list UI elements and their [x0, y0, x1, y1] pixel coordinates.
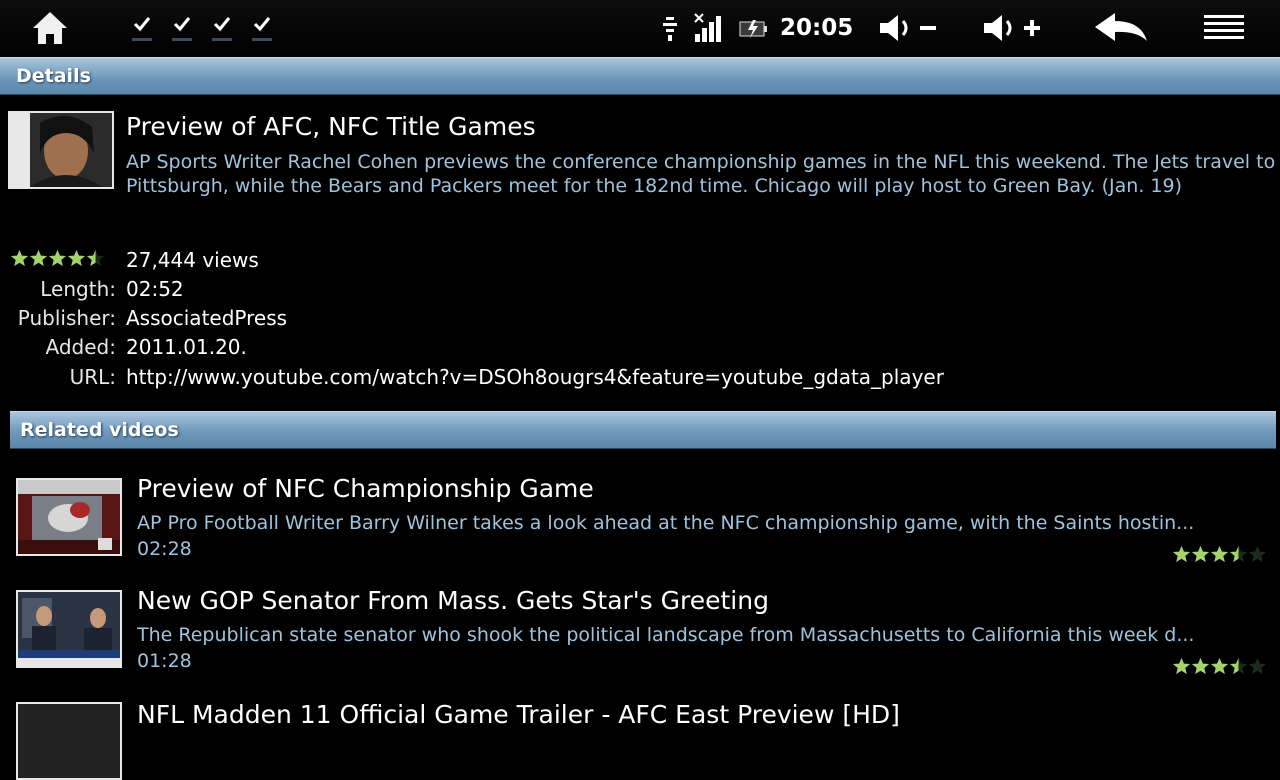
- rating-stars: [1172, 657, 1267, 676]
- rating-stars: [1172, 545, 1267, 564]
- related-video-item[interactable]: New GOP Senator From Mass. Gets Star's G…: [0, 578, 1280, 688]
- battery-icon: [738, 8, 768, 48]
- related-video-duration: 02:28: [137, 538, 192, 560]
- rating-stars: [10, 249, 105, 268]
- wifi-icon: [656, 8, 684, 48]
- star-icon: [1229, 545, 1248, 563]
- star-icon: [10, 249, 29, 267]
- notification-check-icon[interactable]: [252, 12, 272, 41]
- star-icon: [1229, 657, 1248, 675]
- star-icon: [1191, 545, 1210, 563]
- star-icon: [1210, 545, 1229, 563]
- star-icon: [86, 249, 105, 267]
- star-icon: [1172, 657, 1191, 675]
- related-header-label: Related videos: [20, 419, 179, 441]
- related-video-description: AP Pro Football Writer Barry Wilner take…: [137, 512, 1195, 534]
- video-thumbnail[interactable]: [16, 702, 122, 780]
- star-icon: [48, 249, 67, 267]
- related-video-title: New GOP Senator From Mass. Gets Star's G…: [137, 586, 769, 615]
- star-icon: [1248, 657, 1267, 675]
- home-icon[interactable]: [30, 8, 70, 48]
- menu-icon[interactable]: [1200, 8, 1248, 48]
- details-header-label: Details: [16, 65, 91, 87]
- length-label: Length:: [40, 277, 116, 301]
- status-bar: 20:05: [0, 0, 1280, 56]
- notification-check-icon[interactable]: [212, 12, 232, 41]
- star-icon: [1210, 657, 1229, 675]
- video-thumbnail[interactable]: [8, 111, 114, 189]
- url-label: URL:: [69, 365, 116, 389]
- video-thumbnail[interactable]: [16, 590, 122, 668]
- video-description: AP Sports Writer Rachel Cohen previews t…: [126, 151, 1276, 197]
- signal-icon: [693, 8, 725, 48]
- view-count: 27,444 views: [126, 248, 259, 272]
- volume-up-icon[interactable]: [980, 8, 1046, 48]
- star-icon: [1248, 545, 1267, 563]
- url-link[interactable]: http://www.youtube.com/watch?v=DSOh8ougr…: [126, 365, 944, 389]
- related-video-title: Preview of NFC Championship Game: [137, 474, 594, 503]
- video-title: Preview of AFC, NFC Title Games: [126, 112, 536, 141]
- added-label: Added:: [45, 335, 116, 359]
- publisher-label: Publisher:: [17, 306, 116, 330]
- star-icon: [67, 249, 86, 267]
- volume-down-icon[interactable]: [876, 8, 942, 48]
- star-icon: [29, 249, 48, 267]
- related-video-item[interactable]: Preview of NFC Championship Game AP Pro …: [0, 466, 1280, 576]
- notification-check-icon[interactable]: [132, 12, 152, 41]
- related-video-item[interactable]: NFL Madden 11 Official Game Trailer - AF…: [0, 690, 1280, 780]
- details-section-header: Details: [0, 57, 1280, 95]
- clock: 20:05: [780, 15, 854, 41]
- related-section-header: Related videos: [10, 411, 1276, 449]
- notification-check-icon[interactable]: [172, 12, 192, 41]
- star-icon: [1191, 657, 1210, 675]
- back-icon[interactable]: [1090, 8, 1152, 48]
- related-video-description: The Republican state senator who shook t…: [137, 624, 1195, 646]
- added-value: 2011.01.20.: [126, 335, 247, 359]
- related-video-title: NFL Madden 11 Official Game Trailer - AF…: [137, 700, 900, 729]
- related-video-duration: 01:28: [137, 650, 192, 672]
- star-icon: [1172, 545, 1191, 563]
- publisher-value: AssociatedPress: [126, 306, 288, 330]
- length-value: 02:52: [126, 277, 184, 301]
- video-thumbnail[interactable]: [16, 478, 122, 556]
